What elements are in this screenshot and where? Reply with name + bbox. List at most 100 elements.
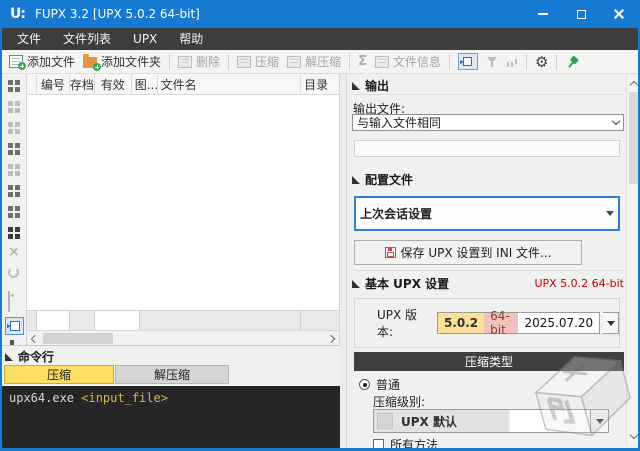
image-icon[interactable]	[8, 291, 10, 312]
toolbar-separator	[526, 54, 527, 70]
expander-icon	[5, 353, 13, 361]
checkbox-icon	[373, 439, 384, 450]
layout-grid-icon[interactable]	[8, 185, 13, 190]
command-line-panel: 命令行 压缩 解压缩 upx64.exe <input_file>	[2, 345, 340, 448]
expander-icon	[352, 280, 360, 288]
output-file-combobox[interactable]: 与输入文件相同	[352, 114, 624, 131]
title-bar: U: FUPX 3.2 [UPX 5.0.2 64-bit]	[2, 0, 638, 28]
dropdown-arrow-icon	[606, 211, 614, 216]
compression-level-label: 压缩级别:	[373, 393, 425, 410]
footer-cell	[70, 311, 95, 330]
version-value: 5.0.2	[438, 313, 484, 333]
test-button[interactable]: Σ	[354, 52, 371, 71]
delete-button[interactable]: 删除	[174, 51, 224, 72]
layout-grid-icon[interactable]	[8, 164, 13, 169]
settings-button[interactable]: ⚙	[531, 53, 552, 71]
output-path-input[interactable]	[354, 140, 620, 157]
scrollbar-thumb[interactable]	[43, 333, 113, 344]
table-footer	[27, 310, 339, 330]
menu-file-list[interactable]: 文件列表	[52, 28, 122, 50]
footer-cell	[37, 311, 70, 330]
date-value: 2025.07.20	[518, 313, 599, 333]
table-body[interactable]	[27, 95, 339, 310]
file-table: 编号 存档 有效 图... 文件名 目录	[27, 74, 340, 345]
expander-icon	[352, 176, 360, 184]
dropdown-arrow-icon	[596, 419, 604, 424]
layout-grid-icon[interactable]	[8, 80, 13, 85]
scrollbar-thumb[interactable]	[629, 92, 639, 184]
toolbar: 添加文件 添加文件夹 删除 压缩 解压缩 Σ 文件信息	[2, 50, 638, 74]
compress-tab[interactable]: 压缩	[4, 365, 114, 384]
minimize-icon	[538, 13, 548, 15]
basic-upx-section-header[interactable]: 基本 UPX 设置	[352, 275, 449, 292]
col-valid[interactable]: 有效	[95, 74, 132, 94]
col-icon[interactable]: 图...	[132, 74, 158, 94]
gear-icon: ⚙	[535, 55, 548, 69]
sigma-icon: Σ	[358, 54, 367, 69]
radio-icon	[359, 379, 370, 390]
decompress-button[interactable]: 解压缩	[283, 51, 345, 72]
panel-toggle-button[interactable]	[454, 51, 482, 72]
window-title: FUPX 3.2 [UPX 5.0.2 64-bit]	[35, 7, 200, 21]
profile-combobox[interactable]: 上次会话设置	[354, 196, 620, 231]
decompress-tab[interactable]: 解压缩	[115, 365, 229, 384]
filter-icon	[486, 56, 498, 68]
menu-upx[interactable]: UPX	[122, 28, 168, 50]
layout-grid-icon[interactable]	[8, 101, 13, 106]
level-dropdown-button[interactable]	[590, 410, 608, 432]
clear-list-icon[interactable]: ×	[8, 246, 20, 258]
all-methods-checkbox[interactable]: 所有方法	[373, 436, 438, 451]
layout-grid-icon[interactable]	[8, 227, 13, 232]
minimize-button[interactable]	[524, 0, 562, 28]
col-directory[interactable]: 目录	[301, 74, 339, 94]
output-section-header[interactable]: 输出	[352, 77, 389, 94]
upx-version-selector[interactable]: 5.0.2 64-bit 2025.07.20	[437, 312, 600, 334]
layout-grid-icon[interactable]	[8, 122, 13, 127]
vertical-scrollbar[interactable]	[626, 76, 640, 444]
add-file-button[interactable]: 添加文件	[5, 51, 79, 72]
command-section-header[interactable]: 命令行	[5, 348, 54, 365]
layout-grid-icon[interactable]	[8, 143, 13, 148]
menu-file[interactable]: 文件	[6, 28, 52, 50]
col-rowmark[interactable]	[27, 74, 37, 94]
dropdown-arrow-icon	[607, 321, 615, 326]
toolbar-separator	[169, 54, 170, 70]
layout-grid-icon[interactable]	[8, 206, 13, 211]
upx-version-note: UPX 5.0.2 64-bit	[534, 277, 624, 290]
menu-bar: 文件 文件列表 UPX 帮助	[2, 28, 638, 50]
toolbar-separator	[556, 54, 557, 70]
compression-level-combobox[interactable]: UPX 默认	[373, 409, 609, 433]
scroll-right-icon[interactable]	[327, 335, 335, 343]
decompress-icon	[287, 56, 301, 68]
pin-button[interactable]	[561, 53, 583, 71]
import-panel-icon[interactable]	[5, 317, 24, 335]
filter-button[interactable]	[482, 54, 502, 70]
scroll-up-icon[interactable]	[630, 81, 638, 89]
col-filename[interactable]: 文件名	[158, 74, 301, 94]
add-folder-button[interactable]: 添加文件夹	[79, 51, 165, 72]
panel-splitter[interactable]	[340, 74, 347, 448]
menu-help[interactable]: 帮助	[168, 28, 214, 50]
maximize-button[interactable]	[562, 0, 600, 28]
command-console[interactable]: upx64.exe <input_file>	[2, 386, 340, 449]
col-archive[interactable]: 存档	[70, 74, 95, 94]
bitness-value: 64-bit	[484, 313, 518, 333]
statistics-button[interactable]	[502, 54, 522, 70]
scroll-left-icon[interactable]	[31, 335, 39, 343]
footer-cell	[95, 311, 140, 330]
table-header: 编号 存档 有效 图... 文件名 目录	[27, 74, 339, 95]
layout-sidebar: ×	[2, 74, 27, 345]
scroll-down-icon[interactable]	[630, 431, 638, 439]
save-ini-button[interactable]: 保存 UPX 设置到 INI 文件...	[354, 240, 582, 265]
pin-icon	[563, 52, 583, 72]
col-number[interactable]: 编号	[37, 74, 70, 94]
version-dropdown-button[interactable]	[603, 312, 619, 334]
horizontal-scrollbar[interactable]	[27, 330, 339, 345]
refresh-icon[interactable]	[8, 267, 19, 278]
radio-normal[interactable]: 普通	[359, 376, 400, 393]
close-button[interactable]	[600, 0, 638, 28]
add-folder-icon	[83, 57, 97, 68]
compress-button[interactable]: 压缩	[233, 51, 283, 72]
file-info-button[interactable]: 文件信息	[371, 51, 445, 72]
profile-section-header[interactable]: 配置文件	[352, 171, 413, 188]
